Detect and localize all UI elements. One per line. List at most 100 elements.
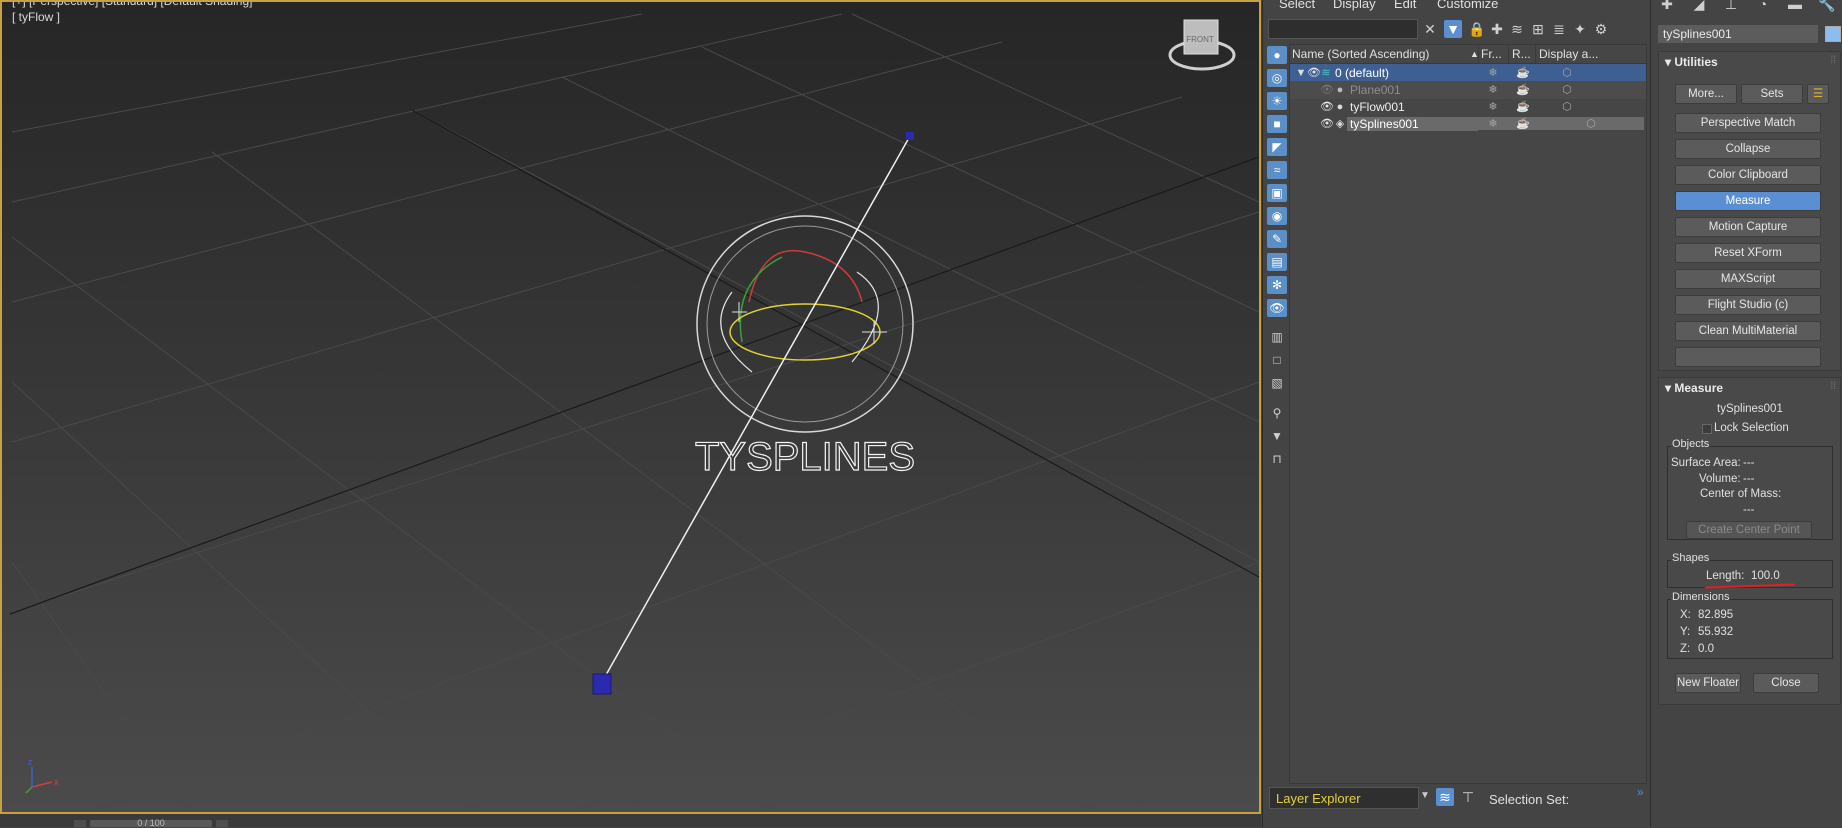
menu-customize[interactable]: Customize xyxy=(1437,0,1498,11)
measure-button[interactable]: Measure xyxy=(1675,191,1821,211)
display-box-icon[interactable]: ⬡ xyxy=(1552,66,1582,79)
display-box-icon[interactable]: ⬡ xyxy=(1552,83,1582,96)
selection-filter-icon[interactable]: ⊓ xyxy=(1267,450,1287,468)
invert-display-icon[interactable]: ▧ xyxy=(1267,374,1287,392)
column-name[interactable]: Name (Sorted Ascending) xyxy=(1292,47,1429,61)
display-box-icon[interactable]: ⬡ xyxy=(1538,117,1644,130)
hidden-eye-icon[interactable]: 👁 xyxy=(1320,84,1334,96)
utilities-rollout-title[interactable]: ▾ Utilities xyxy=(1665,55,1718,69)
expand-arrow-icon[interactable]: ▼ xyxy=(1295,67,1307,79)
display-all-icon[interactable]: ▥ xyxy=(1267,328,1287,346)
maxscript-button[interactable]: MAXScript xyxy=(1675,269,1821,289)
cameras-filter-icon[interactable]: ■ xyxy=(1267,115,1287,133)
modify-tab-icon[interactable]: ◢ xyxy=(1689,0,1709,12)
tree-row-tyflow001[interactable]: 👁 ● tyFlow001 ❄ ☕ ⬡ xyxy=(1290,98,1646,116)
collapse-button[interactable]: Collapse xyxy=(1675,139,1821,159)
column-render[interactable]: R... xyxy=(1512,47,1531,61)
close-button[interactable]: Close xyxy=(1753,673,1819,693)
motion-capture-button[interactable]: Motion Capture xyxy=(1675,217,1821,237)
bones-filter-icon[interactable]: ✎ xyxy=(1267,230,1287,248)
prev-frame-button[interactable] xyxy=(74,820,86,827)
lock-icon[interactable]: 🔒 xyxy=(1468,20,1486,38)
display-none-icon[interactable]: □ xyxy=(1267,351,1287,369)
spline-start-marker xyxy=(592,673,612,695)
clear-search-icon[interactable]: ✕ xyxy=(1421,20,1439,38)
center-of-mass-value: --- xyxy=(1743,504,1755,516)
hierarchy-icon[interactable]: ⊞ xyxy=(1529,20,1547,38)
layers-icon[interactable]: ≋ xyxy=(1508,20,1526,38)
geometry-filter-icon[interactable]: ● xyxy=(1267,46,1287,64)
render-teapot-icon[interactable]: ☕ xyxy=(1508,83,1538,96)
visibility-eye-icon[interactable]: 👁 xyxy=(1320,101,1334,113)
reset-xform-button[interactable]: Reset XForm xyxy=(1675,243,1821,263)
display-box-icon[interactable]: ⬡ xyxy=(1552,100,1582,113)
flight-studio-button[interactable]: Flight Studio (c) xyxy=(1675,295,1821,315)
new-floater-button[interactable]: New Floater xyxy=(1675,673,1741,693)
freeze-icon[interactable]: ❄ xyxy=(1478,66,1508,79)
hierarchy-mode-icon[interactable]: ⊤ xyxy=(1459,788,1477,806)
next-frame-button[interactable] xyxy=(216,820,228,827)
shapes-filter-icon[interactable]: ◎ xyxy=(1267,69,1287,87)
spacewarps-filter-icon[interactable]: ≈ xyxy=(1267,161,1287,179)
groups-filter-icon[interactable]: ▣ xyxy=(1267,184,1287,202)
freeze-icon[interactable]: ❄ xyxy=(1478,100,1508,113)
object-name-field[interactable]: tySplines001 xyxy=(1658,25,1818,43)
time-slider[interactable]: 0 / 100 xyxy=(90,819,212,828)
tree-row-layer-default[interactable]: ▼ 👁 ≋ 0 (default) ❄ ☕ ⬡ xyxy=(1290,64,1646,82)
search-input[interactable] xyxy=(1268,19,1418,39)
filter-icon[interactable]: ▼ xyxy=(1444,20,1462,38)
options-icon[interactable]: ⚙ xyxy=(1592,20,1610,38)
freeze-icon[interactable]: ❄ xyxy=(1478,83,1508,96)
helpers-filter-icon[interactable]: ◤ xyxy=(1267,138,1287,156)
motion-tab-icon[interactable]: ◔ xyxy=(1753,0,1773,12)
lock-selection-checkbox[interactable] xyxy=(1702,424,1712,434)
add-layer-icon[interactable]: ✚ xyxy=(1488,20,1506,38)
containers-filter-icon[interactable]: ▤ xyxy=(1267,253,1287,271)
expand-double-chevron-icon[interactable]: » xyxy=(1637,787,1643,799)
tree-row-plane001[interactable]: 👁 ● Plane001 ❄ ☕ ⬡ xyxy=(1290,81,1646,99)
sets-button[interactable]: Sets xyxy=(1741,84,1803,104)
measure-rollout-title[interactable]: ▾ Measure xyxy=(1665,381,1723,395)
xrefs-filter-icon[interactable]: ◉ xyxy=(1267,207,1287,225)
highlight-icon[interactable]: ✦ xyxy=(1571,20,1589,38)
empty-utility-button[interactable] xyxy=(1675,347,1821,367)
menu-edit[interactable]: Edit xyxy=(1394,0,1416,11)
display-tab-icon[interactable]: ▬ xyxy=(1785,0,1805,12)
command-panel: ✚ ◢ ⊥ ◔ ▬ 🔧 tySplines001 ▾ Utilities ⁞⁞ … xyxy=(1650,0,1842,827)
lock-selection-label[interactable]: Lock Selection xyxy=(1714,422,1789,434)
lights-filter-icon[interactable]: ☀ xyxy=(1267,92,1287,110)
length-value: 100.0 xyxy=(1751,570,1780,582)
layer-stack-icon[interactable]: ≣ xyxy=(1550,20,1568,38)
object-tree[interactable]: Name (Sorted Ascending) ▲ Fr... R... Dis… xyxy=(1289,44,1647,784)
hierarchy-tab-icon[interactable]: ⊥ xyxy=(1721,0,1741,12)
render-teapot-icon[interactable]: ☕ xyxy=(1508,66,1538,79)
perspective-match-button[interactable]: Perspective Match xyxy=(1675,113,1821,133)
layer-mode-icon[interactable]: ≋ xyxy=(1436,788,1454,806)
filter-settings-icon[interactable]: ⚲ xyxy=(1267,404,1287,422)
utilities-tab-icon[interactable]: 🔧 xyxy=(1817,0,1837,12)
more-button[interactable]: More... xyxy=(1675,84,1737,104)
funnel-icon[interactable]: ▼ xyxy=(1267,427,1287,445)
visibility-filter-icon[interactable]: 👁 xyxy=(1267,299,1287,317)
chevron-down-icon[interactable]: ▼ xyxy=(1420,790,1430,801)
menu-display[interactable]: Display xyxy=(1333,0,1376,11)
tree-row-tysplines001[interactable]: 👁 ◈ tySplines001 ❄ ☕ ⬡ xyxy=(1290,115,1646,133)
perspective-viewport[interactable]: [+] [Perspective] [Standard] [Default Sh… xyxy=(0,0,1261,814)
freeze-icon[interactable]: ❄ xyxy=(1478,117,1508,130)
create-center-point-button[interactable]: Create Center Point xyxy=(1686,521,1812,539)
configure-sets-icon[interactable]: ☰ xyxy=(1807,84,1829,104)
particles-filter-icon[interactable]: ✻ xyxy=(1267,276,1287,294)
visibility-eye-icon[interactable]: 👁 xyxy=(1320,118,1334,130)
column-frozen[interactable]: Fr... xyxy=(1481,47,1502,61)
render-teapot-icon[interactable]: ☕ xyxy=(1508,117,1538,130)
column-display[interactable]: Display a... xyxy=(1539,47,1598,61)
color-clipboard-button[interactable]: Color Clipboard xyxy=(1675,165,1821,185)
clean-multimaterial-button[interactable]: Clean MultiMaterial xyxy=(1675,321,1821,341)
create-tab-icon[interactable]: ✚ xyxy=(1657,0,1677,12)
visibility-eye-icon[interactable]: 👁 xyxy=(1307,67,1321,79)
dimension-x-value: 82.895 xyxy=(1698,609,1734,621)
layer-explorer-dropdown[interactable]: Layer Explorer xyxy=(1269,787,1419,809)
render-teapot-icon[interactable]: ☕ xyxy=(1508,100,1538,113)
menu-select[interactable]: Select xyxy=(1279,0,1315,11)
object-color-swatch[interactable] xyxy=(1825,26,1841,42)
